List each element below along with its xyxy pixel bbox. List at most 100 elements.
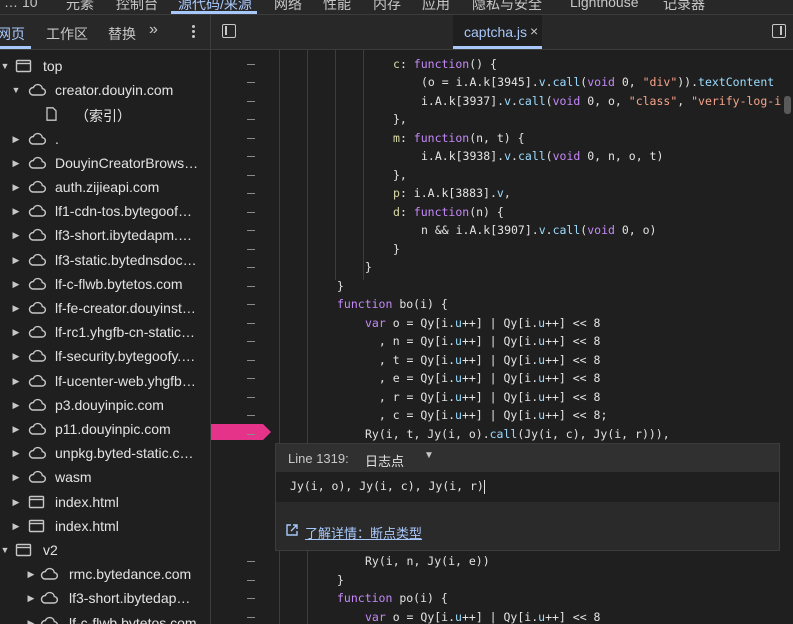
editor-scrollbar-thumb[interactable] [784, 96, 791, 114]
collapsed-arrow-icon[interactable]: ▶ [11, 326, 21, 338]
collapsed-arrow-icon[interactable]: ▶ [11, 254, 21, 266]
collapsed-arrow-icon[interactable]: ▶ [11, 157, 21, 169]
tree-item[interactable]: ▶ lf3-short.ibytedap… [0, 586, 210, 610]
gutter-line-marker[interactable] [247, 359, 255, 361]
tree-item[interactable]: ▶ lf3-static.bytednsdoc… [0, 248, 210, 272]
tree-item[interactable]: ▶ lf-rc1.yhgfb-cn-static… [0, 320, 210, 344]
gutter-line-marker[interactable] [247, 341, 255, 342]
more-tabs-chevron-icon[interactable]: » [149, 21, 158, 39]
gutter-line-marker[interactable] [247, 267, 255, 268]
collapsed-arrow-icon[interactable]: ▶ [11, 205, 21, 217]
tab-page[interactable]: 网页 [0, 24, 25, 44]
expanded-arrow-icon[interactable]: ▼ [11, 84, 21, 96]
toggle-navigator-icon[interactable] [222, 24, 236, 38]
logpoint-expression: Jy(i, o), Jy(i, c), Jy(i, r) [290, 479, 484, 493]
collapsed-arrow-icon[interactable]: ▶ [11, 350, 21, 362]
gutter-line-marker[interactable] [247, 193, 255, 194]
tree-item[interactable]: ▶ unpkg.byted-static.c… [0, 441, 210, 465]
top-tab-console[interactable]: 控制台 [116, 0, 158, 14]
collapsed-arrow-icon[interactable]: ▶ [11, 375, 21, 387]
tree-item[interactable]: ▶ rmc.bytedance.com [0, 562, 210, 586]
tree-item[interactable]: ▶ index.html [0, 490, 210, 514]
collapsed-arrow-icon[interactable]: ▶ [11, 229, 21, 241]
tree-item[interactable]: ▶ wasm [0, 465, 210, 489]
gutter-line-marker[interactable] [247, 598, 255, 599]
tree-item[interactable]: ▶ lf-ucenter-web.yhgfb… [0, 369, 210, 393]
gutter-line-marker[interactable] [247, 396, 255, 398]
expanded-arrow-icon[interactable]: ▼ [0, 544, 10, 556]
gutter-line-marker[interactable] [247, 230, 255, 231]
tree-item[interactable]: ▶ lf-fe-creator.douyinst… [0, 296, 210, 320]
gutter-line-marker[interactable] [247, 82, 255, 83]
gutter-line-marker[interactable] [247, 174, 255, 176]
collapsed-arrow-icon[interactable]: ▶ [11, 447, 21, 459]
collapsed-arrow-icon[interactable]: ▶ [11, 278, 21, 290]
gutter-line-marker[interactable] [247, 211, 255, 213]
tree-item[interactable]: ▶ lf-c-flwb.bytetos.com [0, 611, 210, 624]
top-tab-more[interactable]: … [4, 0, 18, 10]
close-tab-icon[interactable]: × [530, 23, 538, 39]
top-tab-application[interactable]: 应用 [422, 0, 450, 14]
collapsed-arrow-icon[interactable]: ▶ [11, 133, 21, 145]
top-tab-elements[interactable]: 元素 [66, 0, 94, 14]
collapsed-arrow-icon[interactable]: ▶ [11, 399, 21, 411]
top-tab-lighthouse[interactable]: Lighthouse [570, 0, 639, 10]
toggle-debugger-icon[interactable] [772, 24, 786, 38]
gutter-line-marker[interactable] [247, 119, 255, 120]
cloud-icon [28, 132, 47, 146]
collapsed-arrow-icon[interactable]: ▶ [11, 496, 21, 508]
tree-item[interactable]: ▶ lf3-short.ibytedapm.… [0, 223, 210, 247]
collapsed-arrow-icon[interactable]: ▶ [11, 520, 21, 532]
tab-overrides[interactable]: 替换 [108, 24, 136, 44]
collapsed-arrow-icon[interactable]: ▶ [11, 471, 21, 483]
expanded-arrow-icon[interactable]: ▼ [0, 60, 10, 72]
logpoint-marker[interactable] [211, 424, 271, 440]
gutter-line-marker[interactable] [247, 285, 255, 287]
top-tab-memory[interactable]: 内存 [373, 0, 401, 14]
breakpoint-type-select[interactable]: 日志点 [365, 451, 404, 470]
gutter-line-marker[interactable] [247, 248, 255, 250]
more-options-icon[interactable] [186, 23, 200, 41]
collapsed-arrow-icon[interactable]: ▶ [26, 592, 36, 604]
top-tab-counter[interactable]: 10 [22, 0, 38, 10]
top-tab-performance[interactable]: 性能 [323, 0, 351, 14]
gutter-line-marker[interactable] [247, 63, 255, 65]
tree-item[interactable]: ▶ auth.zijieapi.com [0, 175, 210, 199]
logpoint-expression-input[interactable]: Jy(i, o), Jy(i, c), Jy(i, r) [276, 472, 779, 502]
file-tab-captcha[interactable]: captcha.js × [453, 15, 542, 49]
tree-item[interactable]: ▼ v2 [0, 538, 210, 562]
gutter-line-marker[interactable] [247, 322, 255, 324]
tab-workspace[interactable]: 工作区 [46, 24, 88, 44]
tree-item[interactable]: ▶ lf-security.bytegoofy.… [0, 344, 210, 368]
gutter-line-marker[interactable] [247, 378, 255, 379]
tree-item[interactable]: ▶ index.html [0, 514, 210, 538]
tree-item[interactable]: ▶ p3.douyinpic.com [0, 393, 210, 417]
tree-item[interactable]: ▶ lf-c-flwb.bytetos.com [0, 272, 210, 296]
gutter-line-marker[interactable] [247, 433, 255, 435]
gutter-line-marker[interactable] [247, 304, 255, 305]
tree-item[interactable]: ▶. [0, 127, 210, 151]
collapsed-arrow-icon[interactable]: ▶ [26, 617, 36, 624]
gutter-line-marker[interactable] [247, 156, 255, 157]
collapsed-arrow-icon[interactable]: ▶ [11, 181, 21, 193]
gutter-line-marker[interactable] [247, 100, 255, 102]
collapsed-arrow-icon[interactable]: ▶ [11, 302, 21, 314]
tree-item[interactable]: ▼ creator.douyin.com [0, 78, 210, 102]
top-tab-privacy[interactable]: 隐私与安全 [472, 0, 542, 14]
gutter-line-marker[interactable] [247, 415, 255, 416]
tree-item[interactable]: ▶ p11.douyinpic.com [0, 417, 210, 441]
gutter-line-marker[interactable] [247, 137, 255, 139]
tree-item[interactable]: （索引） [0, 102, 210, 126]
tree-item[interactable]: ▶ DouyinCreatorBrows… [0, 151, 210, 175]
tree-item[interactable]: ▼ top [0, 54, 210, 78]
gutter-line-marker[interactable] [247, 616, 255, 618]
top-tab-recorder[interactable]: 记录器 [663, 0, 705, 14]
collapsed-arrow-icon[interactable]: ▶ [11, 423, 21, 435]
tree-item[interactable]: ▶ lf1-cdn-tos.bytegoof… [0, 199, 210, 223]
gutter-line-marker[interactable] [247, 561, 255, 562]
collapsed-arrow-icon[interactable]: ▶ [26, 568, 36, 580]
learn-more-link[interactable]: 了解详情：断点类型 [305, 523, 422, 542]
gutter-line-marker[interactable] [247, 579, 255, 581]
chevron-down-icon[interactable]: ▼ [424, 450, 434, 461]
top-tab-network[interactable]: 网络 [274, 0, 302, 14]
